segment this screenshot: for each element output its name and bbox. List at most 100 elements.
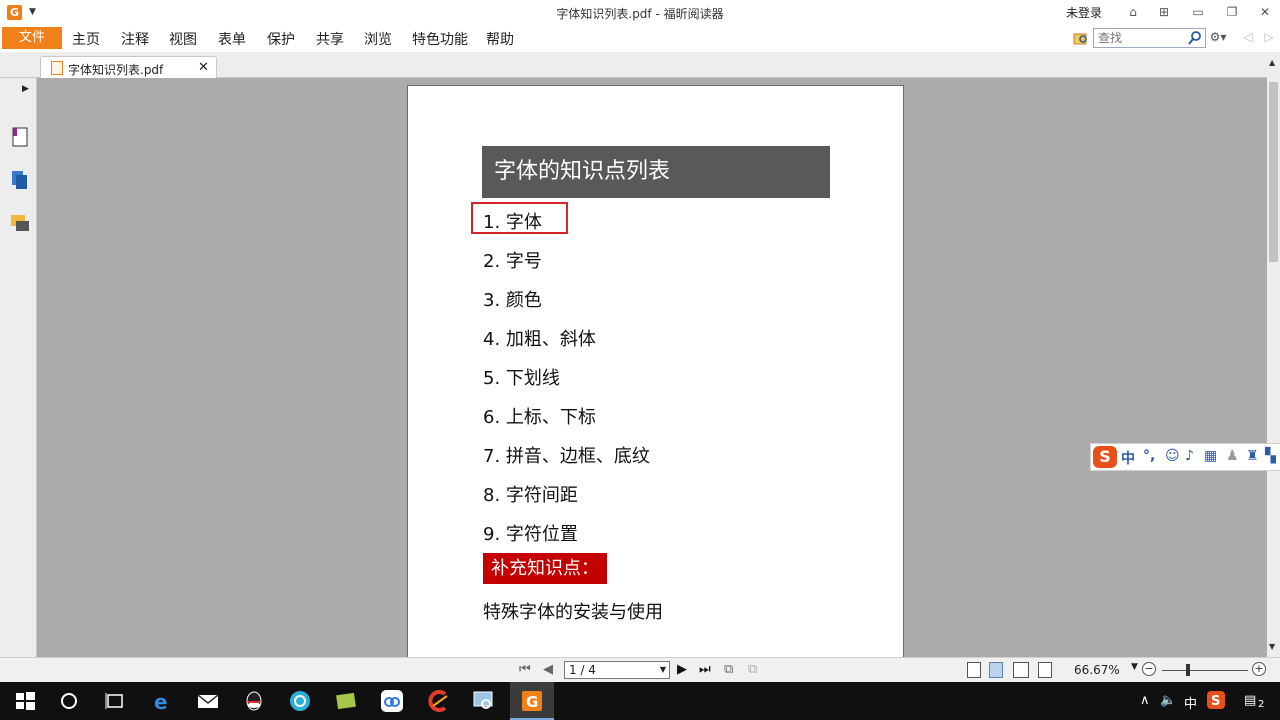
zoom-level[interactable]: 66.67% bbox=[1074, 663, 1120, 677]
continuous-view-icon[interactable] bbox=[989, 662, 1003, 678]
zoom-dropdown-icon[interactable]: ▼ bbox=[1131, 662, 1138, 672]
toolbox-icon[interactable]: ▚ bbox=[1265, 448, 1276, 464]
next-page-icon[interactable]: ▶ bbox=[677, 662, 687, 677]
thumbnails-icon[interactable] bbox=[10, 169, 30, 191]
ime-mode-toggle[interactable]: 中 bbox=[1121, 448, 1135, 468]
sogou-tray-icon[interactable]: S bbox=[1206, 690, 1226, 710]
emoji-icon[interactable]: ☺ bbox=[1165, 448, 1180, 464]
bookmark-page-icon[interactable] bbox=[10, 126, 30, 148]
next-view-icon[interactable]: ⧉ bbox=[748, 662, 757, 677]
page-heading: 字体的知识点列表 bbox=[482, 146, 830, 198]
menu-home[interactable]: 主页 bbox=[72, 29, 100, 49]
svg-text:e: e bbox=[154, 690, 168, 714]
tab-close-icon[interactable]: ✕ bbox=[198, 60, 209, 75]
page-number-value: 1 / 4 bbox=[569, 663, 596, 677]
browser-360-icon[interactable] bbox=[287, 688, 313, 714]
expand-panel-icon[interactable]: ▶ bbox=[22, 84, 29, 94]
menu-file[interactable]: 文件 bbox=[2, 27, 62, 49]
last-page-icon[interactable]: ⏭ bbox=[699, 662, 711, 677]
volume-icon[interactable]: 🔈 bbox=[1160, 693, 1176, 708]
notifications-icon[interactable]: ▤ bbox=[1244, 693, 1256, 708]
title-bar: G ▼ 字体知识列表.pdf - 福昕阅读器 未登录 ⌂ ⊞ ▭ ❐ ✕ bbox=[0, 0, 1280, 25]
ccleaner-icon[interactable] bbox=[425, 688, 451, 714]
menu-comment[interactable]: 注释 bbox=[121, 29, 149, 49]
chevron-down-icon: ▼ bbox=[659, 665, 666, 674]
cortana-search-icon[interactable] bbox=[56, 688, 82, 714]
supplement-label: 补充知识点： bbox=[483, 553, 607, 584]
menu-share[interactable]: 共享 bbox=[316, 29, 344, 49]
minimize-icon[interactable]: ▭ bbox=[1189, 3, 1207, 21]
user-icon[interactable]: ♟ bbox=[1226, 448, 1239, 464]
svg-text:S: S bbox=[1211, 694, 1220, 709]
tray-expand-icon[interactable]: ∧ bbox=[1140, 693, 1150, 708]
list-item: 1. 字体 bbox=[483, 212, 542, 233]
zoom-slider-thumb[interactable] bbox=[1186, 664, 1190, 676]
facing-view-icon[interactable] bbox=[1013, 662, 1029, 678]
close-icon[interactable]: ✕ bbox=[1256, 3, 1274, 21]
search-magnifier-app-icon[interactable] bbox=[471, 688, 497, 714]
windows-start-icon[interactable] bbox=[12, 688, 38, 714]
restore-icon[interactable]: ❐ bbox=[1223, 3, 1241, 21]
zoom-out-icon[interactable]: − bbox=[1142, 662, 1156, 676]
ribbon-menu-bar: 文件 主页 注释 视图 表单 保护 共享 浏览 特色功能 帮助 ⚙▾ ◁ ▷ bbox=[0, 25, 1280, 52]
first-page-icon[interactable]: ⏮ bbox=[519, 662, 531, 677]
task-view-icon[interactable] bbox=[102, 688, 128, 714]
comments-icon[interactable] bbox=[10, 212, 30, 234]
document-tab[interactable]: 字体知识列表.pdf ✕ bbox=[40, 56, 217, 79]
menu-form[interactable]: 表单 bbox=[218, 29, 246, 49]
list-item: 4. 加粗、斜体 bbox=[483, 329, 596, 350]
vertical-scrollbar[interactable]: ▲ ▼ bbox=[1267, 52, 1280, 657]
list-item: 6. 上标、下标 bbox=[483, 407, 596, 428]
menu-help[interactable]: 帮助 bbox=[486, 29, 514, 49]
foxit-reader-icon: G bbox=[522, 691, 542, 711]
scrollbar-thumb[interactable] bbox=[1269, 82, 1278, 262]
keyboard-icon[interactable]: ▦ bbox=[1204, 448, 1217, 464]
zoom-in-icon[interactable]: + bbox=[1252, 662, 1266, 676]
svg-text:G: G bbox=[526, 693, 538, 711]
left-navigation-panel: ▶ bbox=[0, 78, 37, 657]
sogou-logo-icon[interactable]: S bbox=[1093, 446, 1117, 468]
notification-count: 2 bbox=[1258, 699, 1265, 710]
settings-gear-icon[interactable]: ⚙▾ bbox=[1209, 28, 1227, 46]
windows-taskbar: e G ∧ 🔈 中 S ▤ 2 bbox=[0, 682, 1280, 720]
scroll-up-arrow-icon[interactable]: ▲ bbox=[1269, 58, 1275, 67]
search-icon[interactable] bbox=[1187, 30, 1203, 46]
list-item: 9. 字符位置 bbox=[483, 524, 578, 545]
menu-browse[interactable]: 浏览 bbox=[364, 29, 392, 49]
previous-page-icon[interactable]: ◀ bbox=[543, 662, 553, 677]
zoom-slider-track[interactable] bbox=[1162, 670, 1248, 671]
taskbar-foxit-active[interactable]: G bbox=[510, 682, 554, 720]
layout-grid-icon[interactable]: ⊞ bbox=[1155, 3, 1173, 21]
edge-browser-icon[interactable]: e bbox=[149, 688, 175, 714]
list-item: 5. 下划线 bbox=[483, 368, 560, 389]
microphone-icon[interactable]: ♪ bbox=[1185, 448, 1194, 464]
mail-icon[interactable] bbox=[195, 688, 221, 714]
page-number-select[interactable]: 1 / 4 ▼ bbox=[564, 661, 670, 679]
notes-app-icon[interactable] bbox=[333, 688, 359, 714]
document-tab-bar: 字体知识列表.pdf ✕ bbox=[0, 52, 1280, 79]
pdf-file-icon bbox=[51, 61, 63, 75]
list-item: 3. 颜色 bbox=[483, 290, 542, 311]
baidu-netdisk-icon[interactable] bbox=[379, 688, 405, 714]
single-page-view-icon[interactable] bbox=[967, 662, 981, 678]
back-arrow-icon[interactable]: ◁ bbox=[1239, 28, 1257, 46]
document-canvas[interactable]: 字体的知识点列表 1. 字体 2. 字号 3. 颜色 4. 加粗、斜体 5. 下… bbox=[38, 78, 1267, 657]
ime-punctuation-toggle[interactable]: °, bbox=[1143, 448, 1155, 464]
login-link[interactable]: 未登录 bbox=[1066, 4, 1102, 21]
pdf-page: 字体的知识点列表 1. 字体 2. 字号 3. 颜色 4. 加粗、斜体 5. 下… bbox=[407, 85, 904, 657]
menu-protect[interactable]: 保护 bbox=[267, 29, 295, 49]
ime-toolbar: S 中 °, ☺ ♪ ▦ ♟ ♜ ▚ bbox=[1090, 443, 1280, 471]
previous-view-icon[interactable]: ⧉ bbox=[724, 662, 733, 677]
menu-features[interactable]: 特色功能 bbox=[412, 29, 468, 49]
skin-shirt-icon[interactable]: ♜ bbox=[1246, 448, 1259, 464]
supplement-text: 特殊字体的安装与使用 bbox=[483, 602, 663, 623]
status-bar: ⏮ ◀ 1 / 4 ▼ ▶ ⏭ ⧉ ⧉ 66.67% ▼ − + bbox=[0, 657, 1280, 682]
qq-icon[interactable] bbox=[241, 688, 267, 714]
skin-icon[interactable]: ⌂ bbox=[1124, 3, 1142, 21]
scroll-down-arrow-icon[interactable]: ▼ bbox=[1269, 642, 1275, 651]
input-language[interactable]: 中 bbox=[1184, 693, 1197, 712]
menu-view[interactable]: 视图 bbox=[169, 29, 197, 49]
forward-arrow-icon[interactable]: ▷ bbox=[1260, 28, 1278, 46]
continuous-facing-view-icon[interactable] bbox=[1038, 662, 1052, 678]
find-folder-icon[interactable] bbox=[1073, 30, 1089, 46]
